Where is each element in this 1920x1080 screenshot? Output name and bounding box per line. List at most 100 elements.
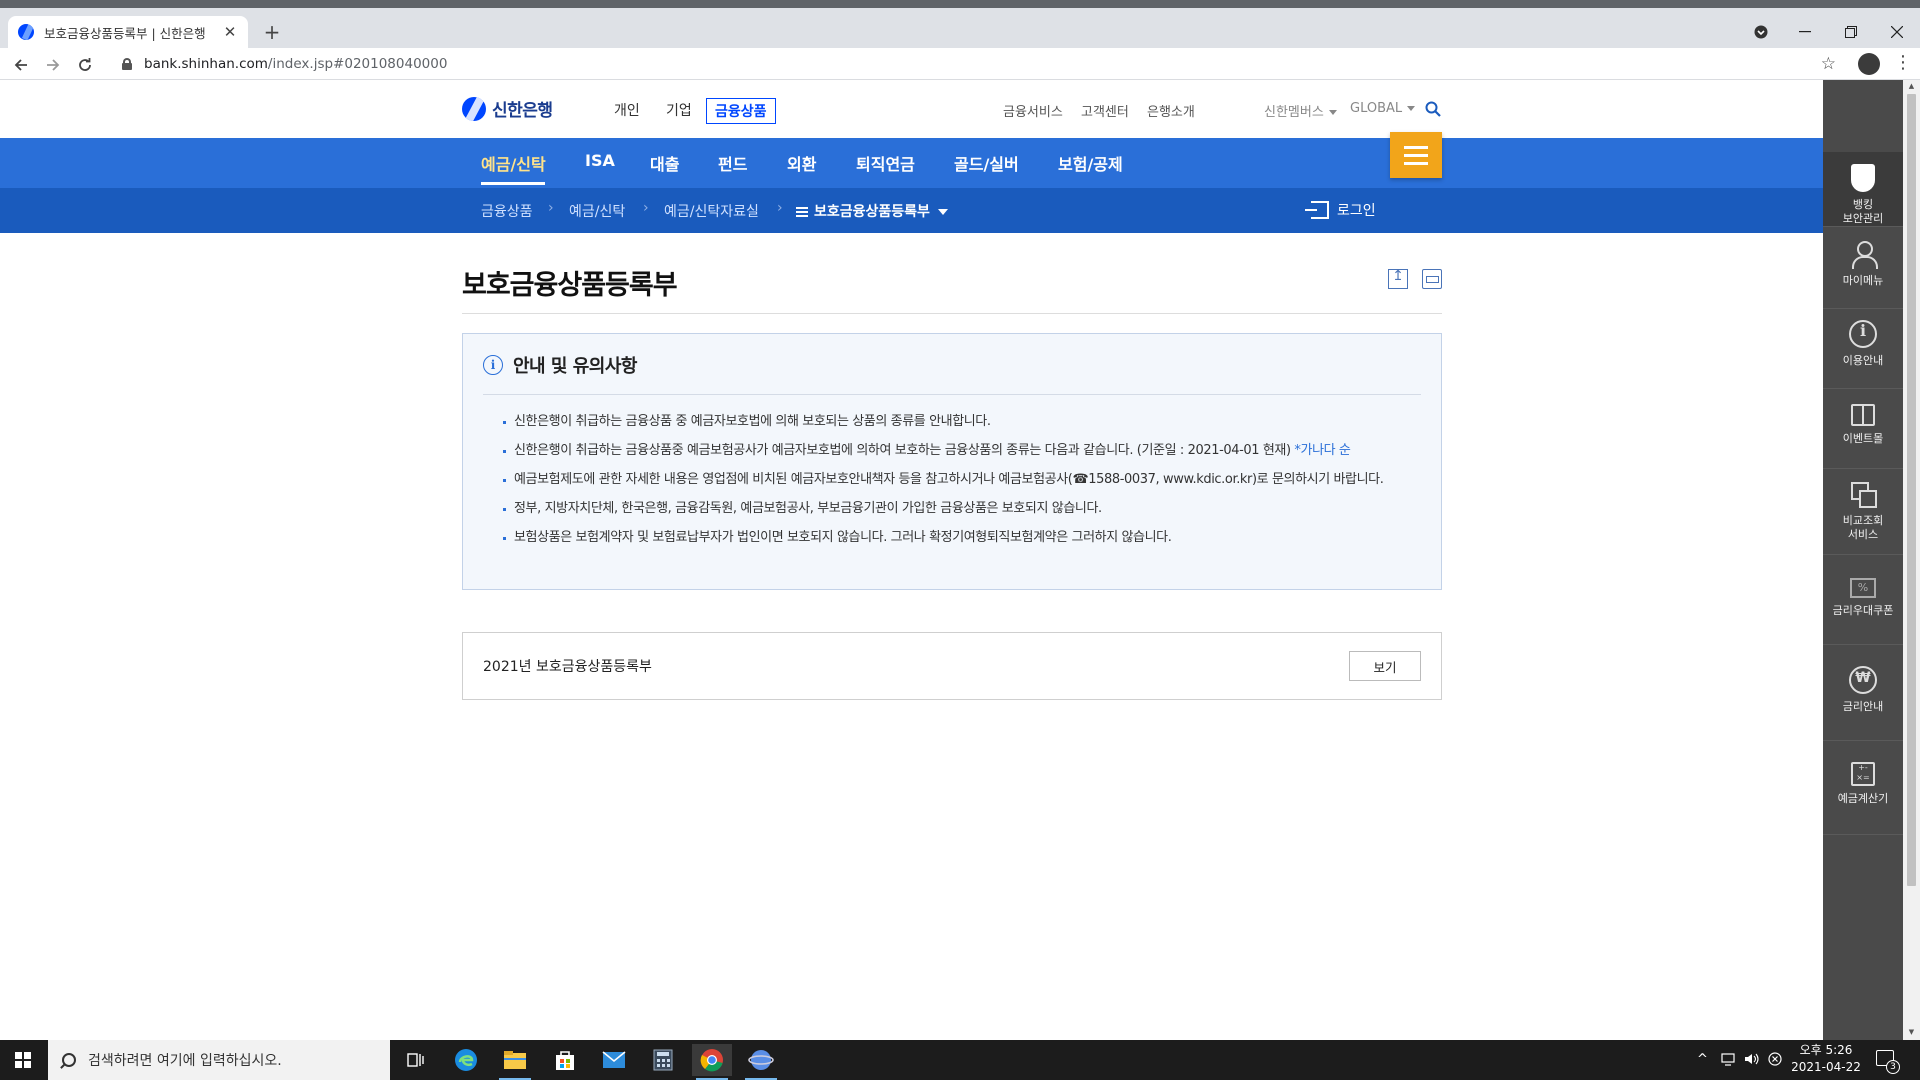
back-button[interactable] xyxy=(10,54,32,76)
quick-rate-info[interactable]: 금리안내 xyxy=(1823,666,1903,730)
bookmark-star-icon[interactable]: ☆ xyxy=(1821,54,1836,74)
logo-text: 신한은행 xyxy=(492,101,553,121)
won-icon xyxy=(1849,666,1877,694)
close-window-button[interactable] xyxy=(1874,16,1920,48)
mail-icon[interactable] xyxy=(594,1044,634,1076)
page-title: 보호금융상품등록부 xyxy=(462,270,678,301)
alphabetical-order-link[interactable]: *가나다 순 xyxy=(1294,443,1350,458)
notice-divider xyxy=(483,394,1421,395)
quick-event-mall[interactable]: 이벤트몰 xyxy=(1823,400,1903,464)
chevron-down-icon xyxy=(1328,110,1337,115)
tray-expand-icon[interactable]: ^ xyxy=(1697,1052,1708,1067)
notification-count-badge: 3 xyxy=(1886,1060,1900,1074)
menu-deposit-trust[interactable]: 예금/신탁 xyxy=(481,151,546,175)
menu-isa[interactable]: ISA xyxy=(585,151,615,170)
breadcrumb-current-dropdown[interactable]: 보호금융상품등록부 xyxy=(796,201,948,221)
share-icon[interactable] xyxy=(1388,268,1408,289)
lock-icon[interactable] xyxy=(122,58,132,70)
windows-logo-icon xyxy=(15,1052,31,1068)
page-scrollbar[interactable]: ▲ ▼ xyxy=(1903,80,1920,1040)
taskbar-clock[interactable]: 오후 5:26 2021-04-22 xyxy=(1788,1042,1864,1076)
new-tab-button[interactable]: + xyxy=(260,20,284,44)
product-menu-bar: 예금/신탁 ISA 대출 펀드 외환 퇴직연금 골드/실버 보험/공제 xyxy=(0,138,1823,188)
calculator-app-icon[interactable] xyxy=(643,1044,683,1076)
taskbar-search[interactable]: 검색하려면 여기에 입력하십시오. xyxy=(48,1040,390,1080)
task-view-icon[interactable] xyxy=(396,1044,436,1076)
quick-my-menu[interactable]: 마이메뉴 xyxy=(1823,240,1903,304)
quick-menu: 뱅킹 보안관리 마이메뉴 이용안내 이벤트몰 비교조회 서비스 금리우대쿠폰 금… xyxy=(1823,80,1903,1040)
quick-usage-guide[interactable]: 이용안내 xyxy=(1823,320,1903,384)
browser-tab[interactable]: 보호금융상품등록부 | 신한은행 ✕ xyxy=(8,16,248,48)
view-button[interactable]: 보기 xyxy=(1349,651,1421,681)
coupon-icon xyxy=(1850,578,1876,598)
util-shinhan-members-dropdown[interactable]: 신한멤버스 xyxy=(1264,101,1337,120)
reload-icon xyxy=(79,58,91,71)
breadcrumb-separator-icon: › xyxy=(777,200,783,216)
menu-forex[interactable]: 외환 xyxy=(787,151,816,175)
back-icon xyxy=(14,59,27,71)
notice-item: 정부, 지방자치단체, 한국은행, 금융감독원, 예금보험공사, 부보금융기관이… xyxy=(503,499,1413,519)
network-icon[interactable] xyxy=(1720,1052,1736,1070)
notice-list: 신한은행이 취급하는 금융상품 중 예금자보호법에 의해 보호되는 상품의 종류… xyxy=(503,412,1413,557)
top-nav-financial-products[interactable]: 금융상품 xyxy=(706,98,776,124)
menu-loan[interactable]: 대출 xyxy=(650,151,679,175)
quick-rate-coupon[interactable]: 금리우대쿠폰 xyxy=(1823,574,1903,638)
breadcrumb-deposit-trust[interactable]: 예금/신탁 xyxy=(569,201,625,221)
store-icon[interactable] xyxy=(545,1044,585,1076)
util-customer-center[interactable]: 고객센터 xyxy=(1081,101,1129,120)
quick-compare-service[interactable]: 비교조회 서비스 xyxy=(1823,480,1903,554)
url-field[interactable]: bank.shinhan.com/index.jsp#020108040000 xyxy=(114,51,1804,77)
util-global-dropdown[interactable]: GLOBAL xyxy=(1350,101,1416,116)
scroll-up-icon[interactable]: ▲ xyxy=(1907,82,1916,90)
scroll-thumb[interactable] xyxy=(1907,94,1916,886)
volume-icon[interactable] xyxy=(1744,1052,1760,1070)
quick-banking-security[interactable]: 뱅킹 보안관리 xyxy=(1823,152,1903,226)
breadcrumb-deposit-library[interactable]: 예금/신탁자료실 xyxy=(664,201,759,221)
ime-status-icon[interactable] xyxy=(1768,1052,1782,1070)
login-icon xyxy=(1305,201,1329,219)
breadcrumb: 금융상품 › 예금/신탁 › 예금/신탁자료실 › 보호금융상품등록부 로그인 xyxy=(0,188,1823,233)
restore-button[interactable] xyxy=(1828,16,1874,48)
active-menu-indicator xyxy=(481,182,545,185)
tab-close-icon[interactable]: ✕ xyxy=(222,23,238,41)
chrome-icon[interactable] xyxy=(692,1044,732,1080)
shinhan-logo[interactable]: 신한은행 xyxy=(462,96,553,121)
browser-menu-icon[interactable]: ⋮ xyxy=(1894,52,1912,73)
notice-item: 신한은행이 취급하는 금융상품 중 예금자보호법에 의해 보호되는 상품의 종류… xyxy=(503,412,1413,432)
scroll-down-icon[interactable]: ▼ xyxy=(1907,1028,1916,1036)
reload-button[interactable] xyxy=(74,54,96,76)
login-button[interactable]: 로그인 xyxy=(1305,200,1376,220)
address-bar: bank.shinhan.com/index.jsp#020108040000 … xyxy=(0,48,1920,80)
taskbar-search-placeholder: 검색하려면 여기에 입력하십시오. xyxy=(88,1053,282,1069)
menu-insurance[interactable]: 보험/공제 xyxy=(1058,151,1123,175)
search-icon[interactable] xyxy=(1425,101,1441,117)
url-text: bank.shinhan.com/index.jsp#020108040000 xyxy=(144,56,448,72)
shield-icon xyxy=(1851,164,1875,192)
tab-search-icon[interactable] xyxy=(1738,16,1784,48)
breadcrumb-financial-products[interactable]: 금융상품 xyxy=(481,201,533,221)
edge-icon[interactable] xyxy=(446,1044,486,1076)
all-menu-button[interactable] xyxy=(1390,132,1442,178)
quick-deposit-calculator[interactable]: 예금계산기 xyxy=(1823,762,1903,826)
top-nav-personal[interactable]: 개인 xyxy=(614,100,640,120)
notice-box: i 안내 및 유의사항 신한은행이 취급하는 금융상품 중 예금자보호법에 의해… xyxy=(462,333,1442,590)
minimize-button[interactable] xyxy=(1782,16,1828,48)
menu-gold-silver[interactable]: 골드/실버 xyxy=(954,151,1019,175)
network-app-icon[interactable] xyxy=(741,1044,781,1080)
tab-bar: 보호금융상품등록부 | 신한은행 ✕ + xyxy=(0,8,1920,48)
notice-header: i 안내 및 유의사항 xyxy=(483,352,637,378)
menu-pension[interactable]: 퇴직연금 xyxy=(856,151,915,175)
top-nav-corporate[interactable]: 기업 xyxy=(666,100,692,120)
print-icon[interactable] xyxy=(1422,269,1442,289)
shinhan-logo-icon xyxy=(462,96,486,121)
menu-fund[interactable]: 펀드 xyxy=(718,151,747,175)
profile-avatar-icon[interactable] xyxy=(1858,53,1880,75)
util-financial-service[interactable]: 금융서비스 xyxy=(1003,101,1063,120)
page-tools xyxy=(1388,268,1442,289)
file-explorer-icon[interactable] xyxy=(495,1044,535,1080)
util-bank-intro[interactable]: 은행소개 xyxy=(1147,101,1195,120)
file-row: 2021년 보호금융상품등록부 보기 xyxy=(462,632,1442,700)
start-button[interactable] xyxy=(0,1040,46,1080)
forward-button[interactable] xyxy=(42,54,64,76)
global-nav: 신한은행 개인 기업 금융상품 금융서비스 고객센터 은행소개 신한멤버스 GL… xyxy=(0,80,1823,138)
